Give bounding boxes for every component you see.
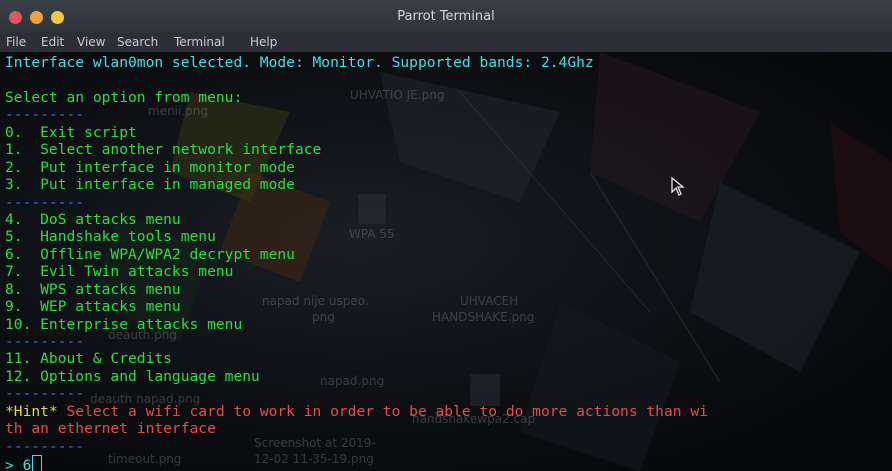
- menu-option-10: 10. Enterprise attacks menu: [5, 315, 243, 333]
- menu-option-3: 3. Put interface in managed mode: [5, 176, 295, 194]
- menu-edit[interactable]: Edit: [41, 35, 64, 49]
- hint-line-2: th an ethernet interface: [5, 420, 216, 438]
- arrow-cursor-icon: [671, 177, 685, 196]
- menu-option-7: 7. Evil Twin attacks menu: [5, 263, 234, 281]
- title-bar[interactable]: Parrot Terminal: [0, 0, 892, 34]
- menu-option-5: 5. Handshake tools menu: [5, 228, 216, 246]
- text-cursor: [32, 455, 43, 471]
- terminal-output[interactable]: UHVATIO JE.png menii.png WPA 55 napad ni…: [0, 52, 892, 471]
- separator: ---------: [5, 333, 85, 350]
- window-title: Parrot Terminal: [397, 9, 495, 24]
- status-line: Interface wlan0mon selected. Mode: Monit…: [5, 54, 594, 71]
- menu-option-1: 1. Select another network interface: [5, 141, 322, 159]
- menu-view[interactable]: View: [77, 35, 105, 49]
- menu-option-4: 4. DoS attacks menu: [5, 210, 181, 228]
- separator: ---------: [5, 385, 85, 403]
- input-line[interactable]: > 6: [5, 455, 708, 471]
- menu-option-9: 9. WEP attacks menu: [5, 298, 181, 316]
- hint-line-1: *Hint* Select a wifi card to work in ord…: [5, 403, 708, 420]
- menu-option-12: 12. Options and language menu: [5, 367, 260, 385]
- menu-option-2: 2. Put interface in monitor mode: [5, 158, 295, 176]
- menu-file[interactable]: File: [6, 35, 26, 49]
- menu-option-6: 6. Offline WPA/WPA2 decrypt menu: [5, 245, 295, 263]
- separator: ---------: [5, 437, 85, 455]
- menu-terminal[interactable]: Terminal: [174, 35, 225, 49]
- menu-prompt: Select an option from menu:: [5, 88, 243, 106]
- command-input[interactable]: 6: [23, 457, 32, 471]
- menu-option-0: 0. Exit script: [5, 123, 137, 141]
- menu-option-8: 8. WPS attacks menu: [5, 280, 181, 298]
- hint-tag: *Hint*: [5, 402, 58, 420]
- menu-search[interactable]: Search: [117, 35, 158, 49]
- menu-bar: File Edit View Search Terminal Help: [0, 33, 892, 52]
- menu-help[interactable]: Help: [250, 35, 277, 49]
- terminal-lines: Interface wlan0mon selected. Mode: Monit…: [5, 54, 708, 471]
- hint-text: Select a wifi card to work in order to b…: [57, 402, 708, 420]
- menu-option-11: 11. About & Credits: [5, 350, 172, 368]
- separator: ---------: [5, 106, 85, 124]
- blank-line: [5, 71, 708, 88]
- terminal-window: Parrot Terminal File Edit View Search Te…: [0, 0, 892, 471]
- separator: ---------: [5, 193, 85, 211]
- prompt-symbol: >: [5, 457, 23, 471]
